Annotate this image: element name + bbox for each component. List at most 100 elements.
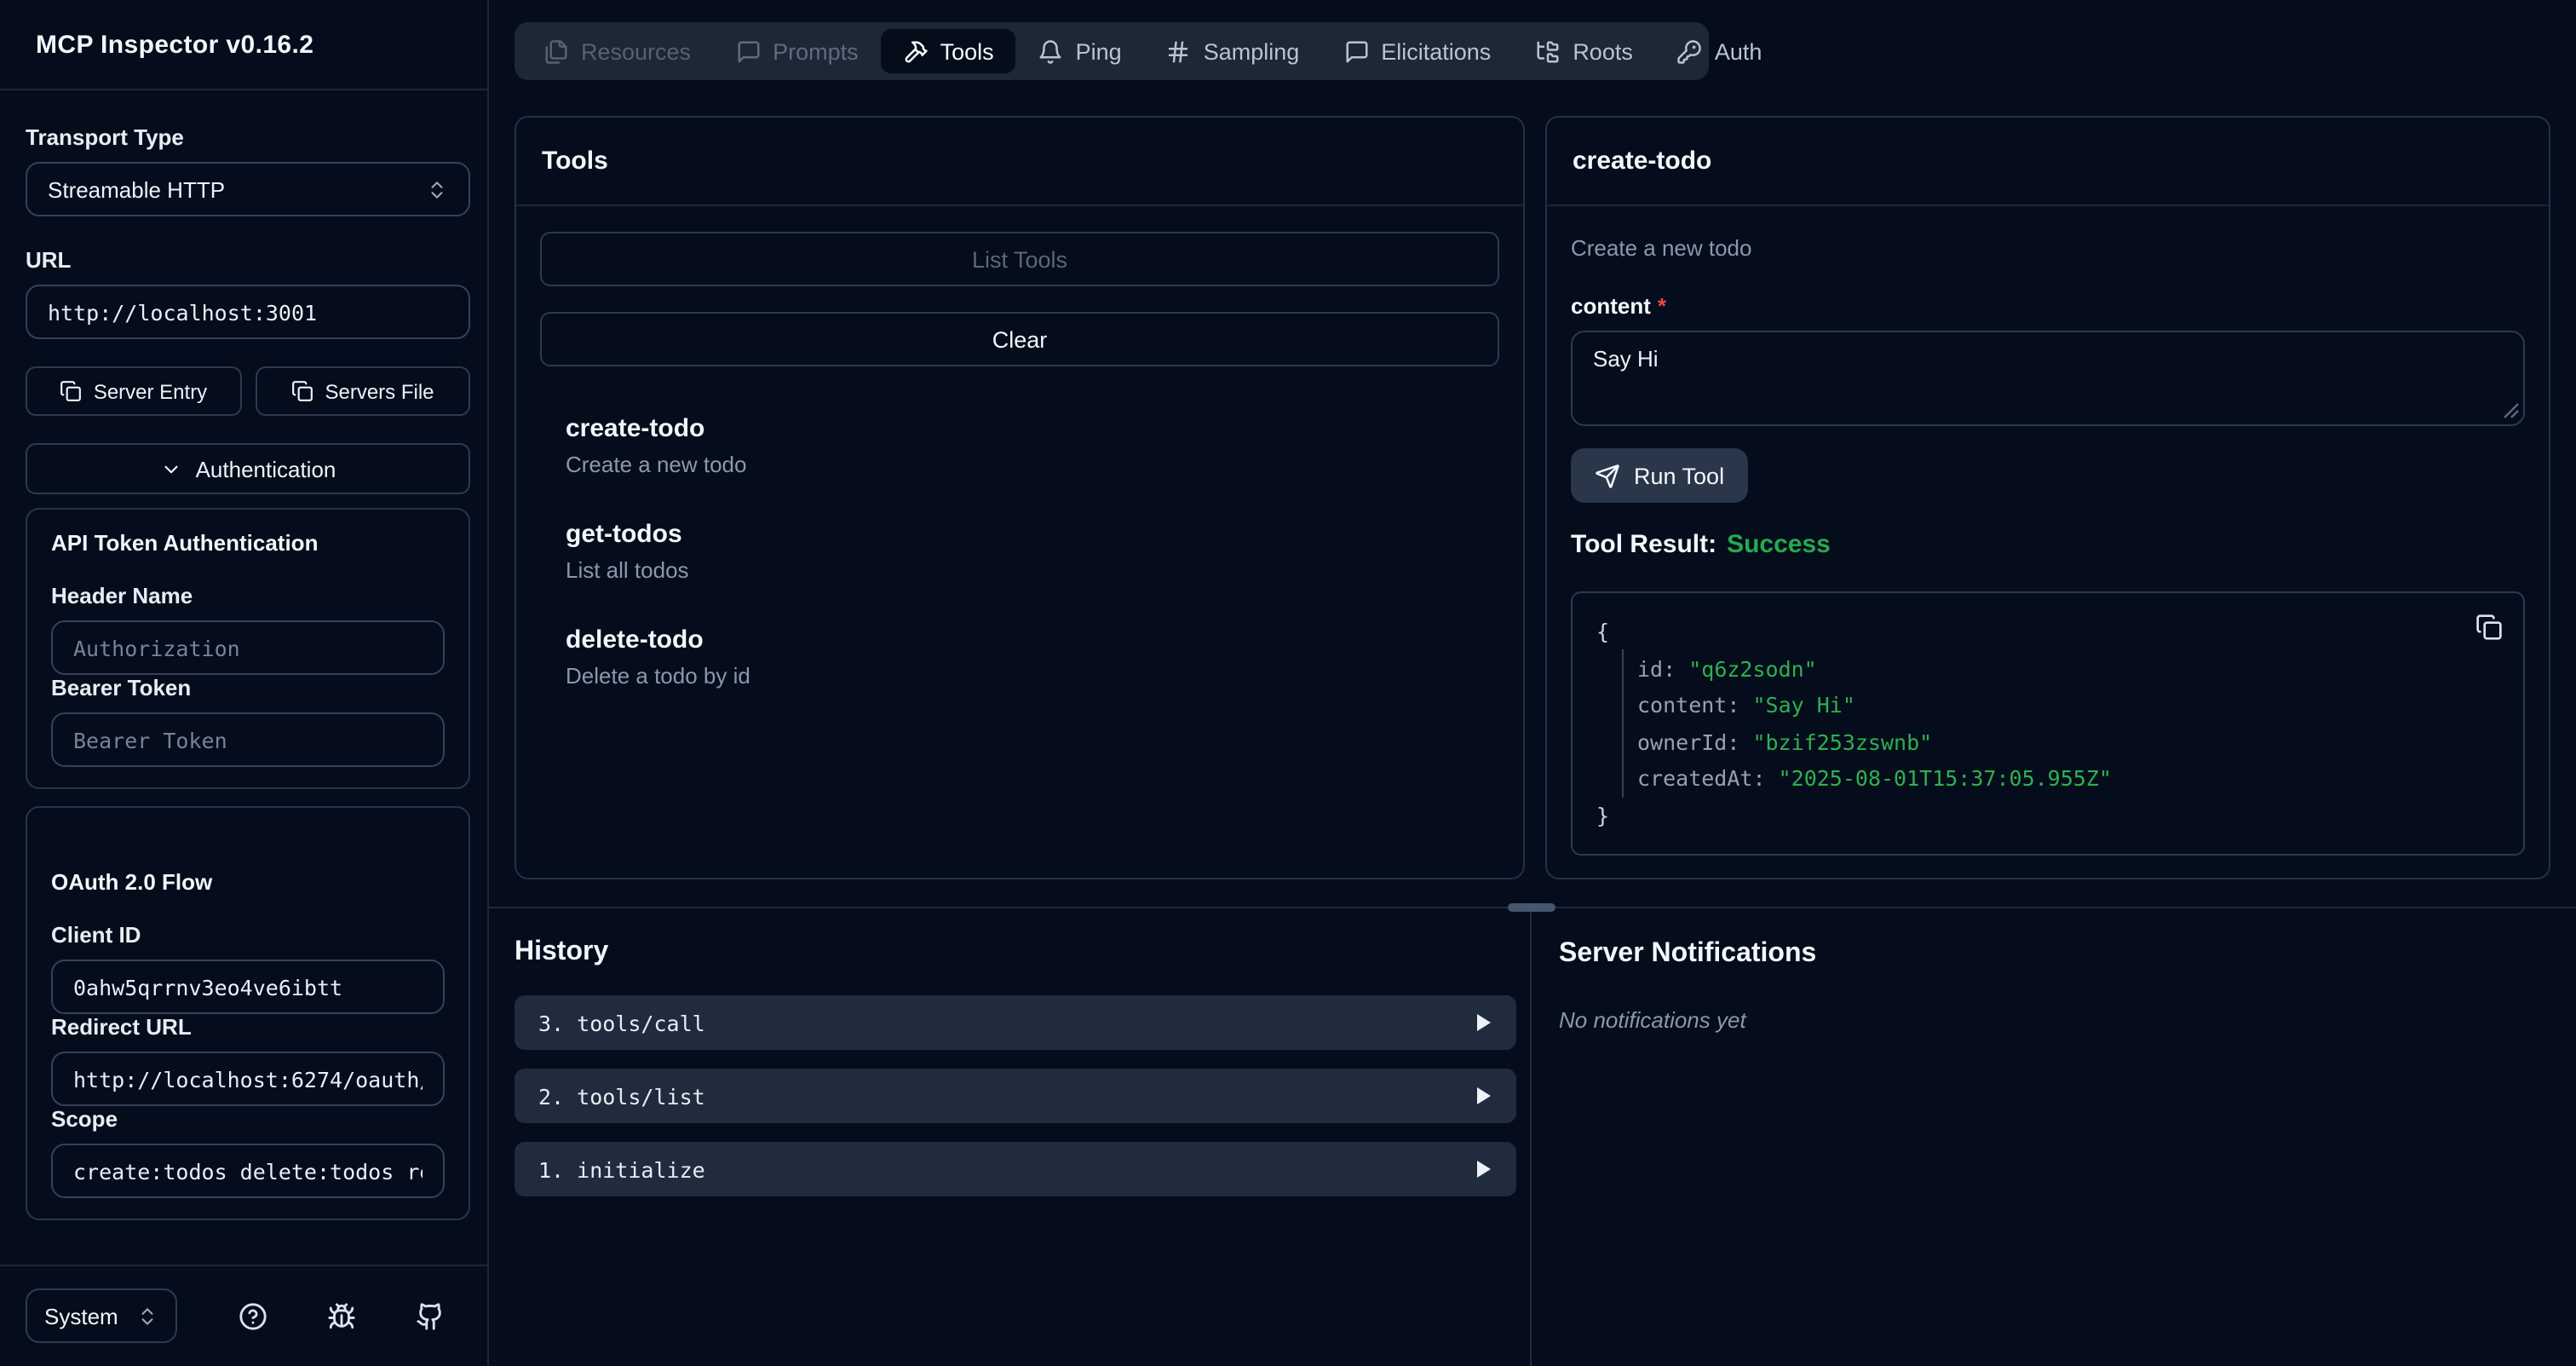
tool-name: create-todo: [566, 412, 1499, 447]
json-field-createdat: createdAt: "2025-08-01T15:37:05.955Z": [1596, 760, 2455, 797]
list-tools-button[interactable]: List Tools: [540, 232, 1499, 286]
header-name-input[interactable]: [73, 635, 423, 660]
key-round-icon: [1677, 38, 1703, 64]
header-name-field-wrap: [51, 620, 445, 675]
bug-icon[interactable]: [327, 1301, 356, 1330]
tab-label: Resources: [581, 38, 691, 64]
transport-type-label: Transport Type: [26, 124, 470, 150]
tool-list-item-get-todos[interactable]: get-todos List all todos: [566, 518, 1499, 585]
oauth-flow-title: OAuth 2.0 Flow: [51, 869, 445, 895]
server-entry-button[interactable]: Server Entry: [26, 366, 241, 416]
history-item-initialize[interactable]: 1. initialize: [515, 1142, 1516, 1196]
panel-resize-divider: [489, 907, 2576, 908]
tool-detail-body: Create a new todo content * Say Hi Run T…: [1547, 206, 2549, 879]
theme-value: System: [44, 1303, 118, 1329]
history-list: 3. tools/call 2. tools/list 1. initializ…: [515, 995, 1516, 1196]
tab-label: Roots: [1573, 38, 1633, 64]
tool-result-json: { id: "q6z2sodn" content: "Say Hi" owner…: [1571, 591, 2525, 856]
tool-list-item-create-todo[interactable]: create-todo Create a new todo: [566, 412, 1499, 479]
tab-tools[interactable]: Tools: [881, 29, 1016, 73]
notifications-empty-text: No notifications yet: [1559, 1007, 2576, 1033]
authentication-label: Authentication: [196, 456, 336, 481]
mcp-inspector-app: MCP Inspector v0.16.2 Transport Type Str…: [0, 0, 2576, 1366]
chevrons-up-down-icon: [426, 178, 448, 200]
expand-arrow-icon: [1475, 1087, 1492, 1104]
tool-name: delete-todo: [566, 624, 1499, 658]
tool-description: List all todos: [566, 556, 1499, 585]
tool-list-item-delete-todo[interactable]: delete-todo Delete a todo by id: [566, 624, 1499, 690]
transport-type-group: Transport Type Streamable HTTP: [26, 124, 470, 216]
content-textarea[interactable]: Say Hi: [1571, 331, 2525, 426]
run-tool-label: Run Tool: [1634, 463, 1724, 488]
client-id-input[interactable]: [73, 974, 423, 1000]
copy-result-button[interactable]: [2475, 614, 2503, 641]
tool-detail-description: Create a new todo: [1571, 235, 2525, 261]
sidebar-footer: System: [0, 1264, 487, 1366]
sidebar: MCP Inspector v0.16.2 Transport Type Str…: [0, 0, 489, 1366]
files-icon: [543, 38, 569, 64]
url-input[interactable]: [48, 299, 448, 325]
clear-button[interactable]: Clear: [540, 312, 1499, 366]
transport-type-select[interactable]: Streamable HTTP: [26, 162, 470, 216]
message-square-icon: [1343, 38, 1369, 64]
tab-sampling[interactable]: Sampling: [1144, 29, 1322, 73]
help-circle-icon[interactable]: [239, 1301, 267, 1330]
server-notifications-panel: Server Notifications No notifications ye…: [1532, 908, 2576, 1366]
tool-detail-header: create-todo: [1547, 118, 2549, 206]
theme-select[interactable]: System: [26, 1288, 177, 1343]
folder-tree-icon: [1535, 38, 1561, 64]
resize-grip-icon[interactable]: [2503, 402, 2520, 419]
scope-input[interactable]: [73, 1158, 423, 1184]
json-indent-guide: [1622, 649, 1624, 798]
copy-icon: [2475, 614, 2503, 641]
scope-field-wrap: [51, 1144, 445, 1198]
tab-prompts[interactable]: Prompts: [713, 29, 881, 73]
api-token-title: API Token Authentication: [51, 530, 445, 556]
json-close-brace: }: [1596, 797, 2455, 833]
json-open-brace: {: [1596, 614, 2455, 650]
hammer-icon: [903, 38, 929, 64]
history-panel: History 3. tools/call 2. tools/list 1. i…: [489, 908, 1532, 1366]
tab-elicitations[interactable]: Elicitations: [1321, 29, 1513, 73]
history-item-tools-list[interactable]: 2. tools/list: [515, 1069, 1516, 1123]
tool-result-status: Success: [1727, 530, 1831, 559]
url-label: URL: [26, 247, 470, 273]
tab-bar: Resources Prompts Tools Ping Sampling El…: [515, 22, 1709, 80]
redirect-url-field-wrap: [51, 1052, 445, 1106]
tab-resources[interactable]: Resources: [521, 29, 713, 73]
tools-panel: Tools List Tools Clear create-todo Creat…: [515, 116, 1525, 879]
bearer-token-label: Bearer Token: [51, 675, 445, 700]
tool-description: Delete a todo by id: [566, 661, 1499, 690]
servers-file-label: Servers File: [325, 379, 434, 403]
json-field-content: content: "Say Hi": [1596, 687, 2455, 723]
message-square-icon: [735, 38, 761, 64]
tab-ping[interactable]: Ping: [1016, 29, 1144, 73]
tools-panel-body: List Tools Clear create-todo Create a ne…: [516, 206, 1523, 729]
footer-icons: [239, 1301, 445, 1330]
main-area: Resources Prompts Tools Ping Sampling El…: [489, 0, 2576, 1366]
panel-resize-handle[interactable]: [1508, 903, 1555, 912]
tab-roots[interactable]: Roots: [1513, 29, 1655, 73]
tool-description: Create a new todo: [566, 450, 1499, 479]
tab-label: Tools: [940, 38, 994, 64]
tab-auth[interactable]: Auth: [1655, 29, 1785, 73]
hash-icon: [1166, 38, 1192, 64]
transport-type-value: Streamable HTTP: [48, 176, 225, 202]
tab-label: Auth: [1715, 38, 1762, 64]
run-tool-button[interactable]: Run Tool: [1571, 448, 1748, 503]
authentication-toggle[interactable]: Authentication: [26, 443, 470, 494]
github-icon[interactable]: [416, 1301, 445, 1330]
scope-label: Scope: [51, 1106, 445, 1132]
tool-result-line: Tool Result: Success: [1571, 530, 2525, 559]
client-id-field-wrap: [51, 960, 445, 1014]
tool-result-label: Tool Result:: [1571, 530, 1716, 559]
bearer-token-input[interactable]: [73, 727, 423, 752]
history-item-tools-call[interactable]: 3. tools/call: [515, 995, 1516, 1050]
servers-file-button[interactable]: Servers File: [255, 366, 470, 416]
redirect-url-input[interactable]: [73, 1066, 423, 1092]
sidebar-scroll-area[interactable]: Transport Type Streamable HTTP URL Serve…: [0, 90, 487, 1264]
app-title: MCP Inspector v0.16.2: [36, 30, 313, 59]
tab-label: Ping: [1076, 38, 1122, 64]
server-entry-label: Server Entry: [94, 379, 207, 403]
copy-icon: [290, 380, 313, 402]
